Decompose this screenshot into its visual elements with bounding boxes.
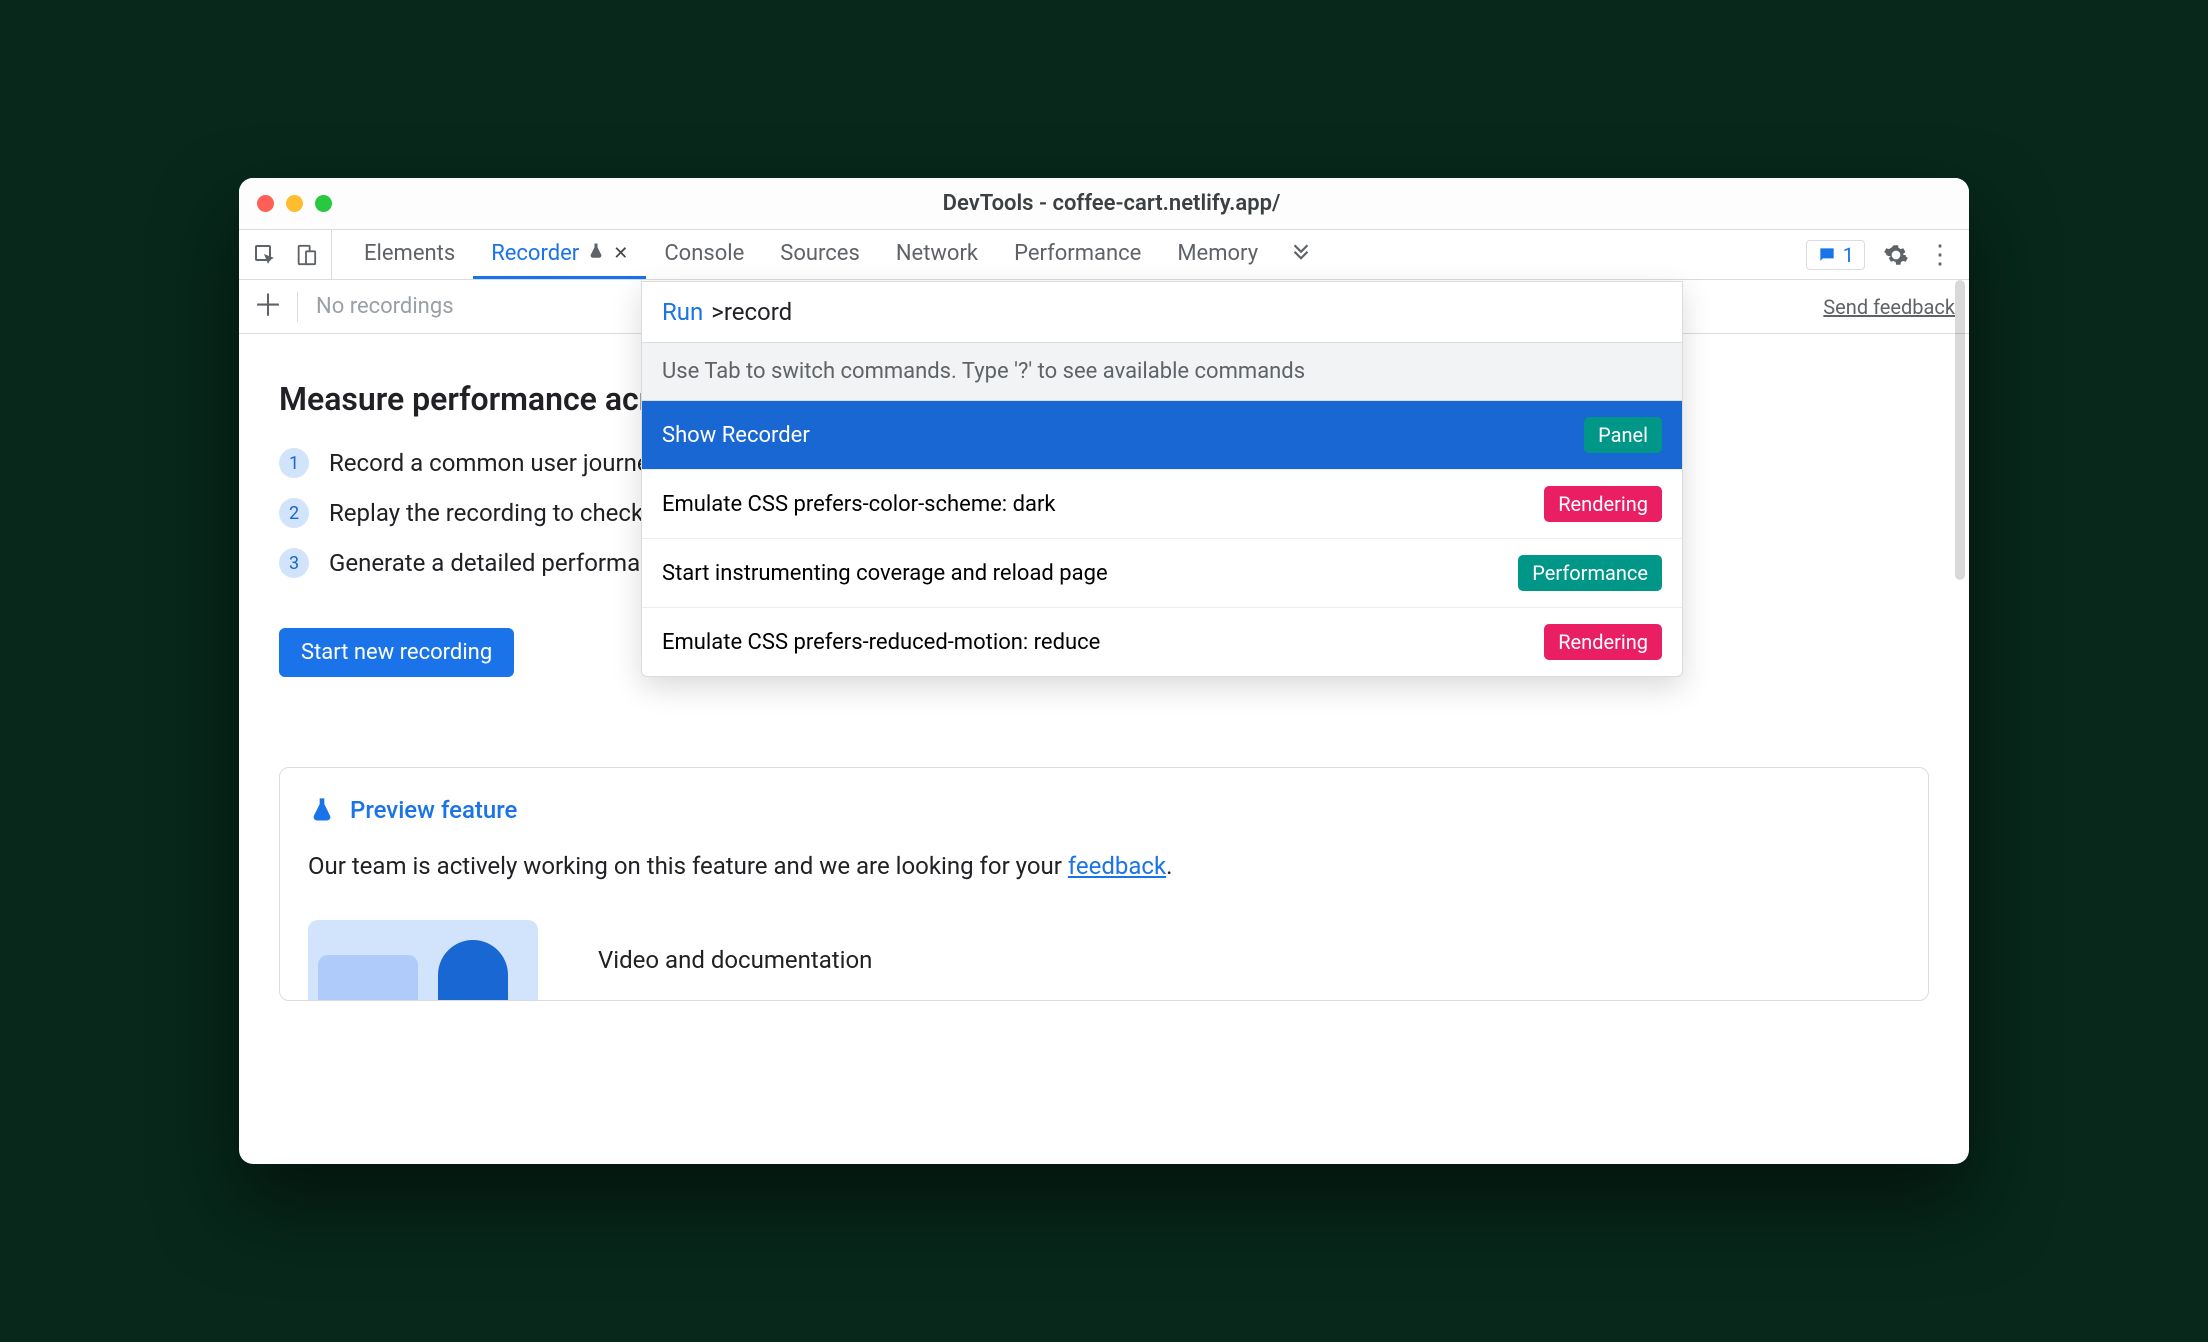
panel-tabs: Elements Recorder ✕ Console Sources Netw… — [332, 230, 1326, 279]
main-toolbar: Elements Recorder ✕ Console Sources Netw… — [239, 230, 1969, 280]
preview-card-body: Our team is actively working on this fea… — [308, 852, 1900, 880]
new-recording-button[interactable]: ＋ — [253, 292, 298, 322]
command-result-text: Start instrumenting coverage and reload … — [662, 561, 1108, 586]
device-toolbar-icon[interactable] — [295, 244, 317, 266]
command-result-text: Emulate CSS prefers-color-scheme: dark — [662, 492, 1056, 517]
tab-label: Sources — [780, 241, 860, 266]
devtools-window: DevTools - coffee-cart.netlify.app/ Elem… — [239, 178, 1969, 1164]
step-number: 3 — [279, 548, 309, 578]
command-result-badge: Performance — [1518, 555, 1662, 591]
tab-label: Performance — [1014, 241, 1141, 266]
more-options-icon[interactable]: ⋮ — [1927, 240, 1953, 270]
maximize-window-button[interactable] — [315, 195, 332, 212]
command-result-badge: Panel — [1584, 417, 1662, 453]
tab-label: Network — [896, 241, 978, 266]
command-results-list: Show Recorder Panel Emulate CSS prefers-co… — [642, 401, 1682, 676]
flask-icon — [587, 241, 605, 266]
tab-sources[interactable]: Sources — [762, 230, 878, 279]
toolbar-left-group — [239, 230, 332, 279]
settings-icon[interactable] — [1883, 242, 1909, 268]
command-result-badge: Rendering — [1544, 486, 1662, 522]
preview-body-prefix: Our team is actively working on this fea… — [308, 852, 1068, 880]
recordings-placeholder: No recordings — [298, 294, 454, 319]
tabs-overflow-button[interactable] — [1276, 230, 1326, 279]
issues-badge[interactable]: 1 — [1806, 240, 1865, 270]
command-result-text: Show Recorder — [662, 423, 810, 448]
scrollbar[interactable] — [1955, 280, 1965, 580]
command-result-row[interactable]: Show Recorder Panel — [642, 401, 1682, 470]
toolbar-right-group: 1 ⋮ — [1790, 230, 1969, 279]
start-recording-button[interactable]: Start new recording — [279, 628, 514, 677]
preview-card-media: Video and documentation — [308, 920, 1900, 1000]
tab-label: Elements — [364, 241, 455, 266]
video-thumbnail[interactable] — [308, 920, 538, 1000]
command-menu: Run >record Use Tab to switch commands. … — [641, 281, 1683, 677]
command-result-row[interactable]: Start instrumenting coverage and reload … — [642, 539, 1682, 608]
issues-count: 1 — [1843, 243, 1854, 267]
command-hint: Use Tab to switch commands. Type '?' to … — [642, 342, 1682, 401]
titlebar: DevTools - coffee-cart.netlify.app/ — [239, 178, 1969, 230]
tab-memory[interactable]: Memory — [1159, 230, 1276, 279]
step-number: 2 — [279, 498, 309, 528]
preview-body-suffix: . — [1166, 852, 1172, 880]
tab-elements[interactable]: Elements — [346, 230, 473, 279]
inspect-element-icon[interactable] — [253, 243, 277, 267]
preview-feature-card: Preview feature Our team is actively wor… — [279, 767, 1929, 1001]
command-result-text: Emulate CSS prefers-reduced-motion: redu… — [662, 630, 1100, 655]
window-title: DevTools - coffee-cart.netlify.app/ — [332, 191, 1891, 216]
preview-card-header: Preview feature — [308, 796, 1900, 824]
tab-recorder[interactable]: Recorder ✕ — [473, 230, 646, 279]
media-label: Video and documentation — [598, 946, 872, 974]
command-run-label: Run — [662, 298, 703, 326]
send-feedback-link[interactable]: Send feedback — [1823, 295, 1955, 319]
tab-console[interactable]: Console — [646, 230, 762, 279]
traffic-lights — [257, 195, 332, 212]
command-result-row[interactable]: Emulate CSS prefers-reduced-motion: redu… — [642, 608, 1682, 676]
feedback-link-inline[interactable]: feedback — [1068, 852, 1166, 880]
close-window-button[interactable] — [257, 195, 274, 212]
minimize-window-button[interactable] — [286, 195, 303, 212]
step-number: 1 — [279, 448, 309, 478]
tab-label: Memory — [1177, 241, 1258, 266]
preview-card-title: Preview feature — [350, 796, 517, 824]
tab-label: Recorder — [491, 241, 579, 266]
command-input-value: >record — [711, 298, 792, 326]
command-result-row[interactable]: Emulate CSS prefers-color-scheme: dark Re… — [642, 470, 1682, 539]
tab-network[interactable]: Network — [878, 230, 996, 279]
command-result-badge: Rendering — [1544, 624, 1662, 660]
tab-label: Console — [664, 241, 744, 266]
command-search-row[interactable]: Run >record — [642, 282, 1682, 342]
close-tab-icon[interactable]: ✕ — [613, 243, 628, 264]
tab-performance[interactable]: Performance — [996, 230, 1159, 279]
flask-icon — [308, 796, 336, 824]
